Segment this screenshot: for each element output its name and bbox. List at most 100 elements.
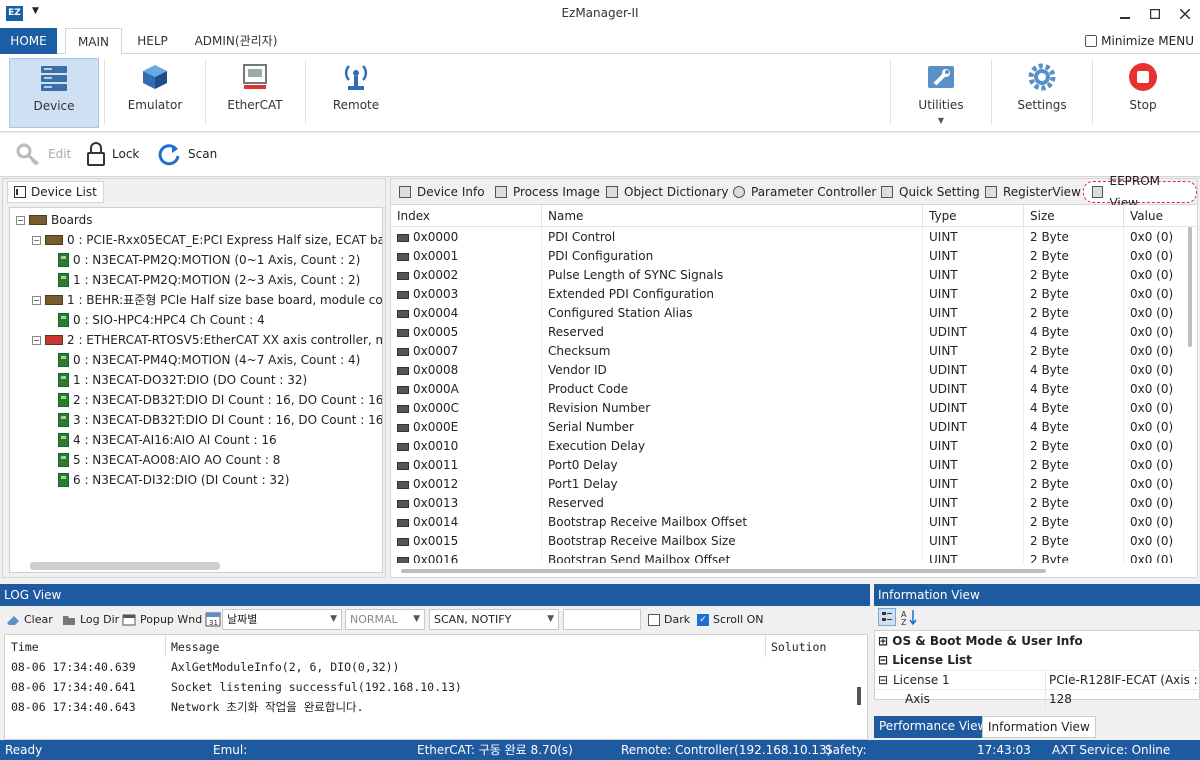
minimize-window-button[interactable] <box>1110 0 1140 28</box>
scan-button[interactable]: Scan <box>156 141 217 167</box>
license-list-section[interactable]: ⊟ License List <box>875 651 1200 670</box>
tree-root[interactable]: − Boards <box>16 210 93 230</box>
table-row[interactable]: 0x0007 Checksum UINT 2 Byte 0x0 (0) <box>391 342 1183 361</box>
log-dir-button[interactable]: Log Dir <box>62 610 119 630</box>
table-row[interactable]: 0x0010 Execution Delay UINT 2 Byte 0x0 (0) <box>391 437 1183 456</box>
app-icon[interactable]: EZ <box>6 6 23 21</box>
tab-register-view[interactable]: RegisterView <box>985 181 1081 203</box>
table-row[interactable]: 0x0002 Pulse Length of SYNC Signals UINT 2 … <box>391 266 1183 285</box>
collapse-icon[interactable]: − <box>32 335 41 345</box>
tree-node[interactable]: 5 : N3ECAT-AO08:AIO AO Count : 8 <box>58 450 280 470</box>
axis-row[interactable]: Axis 128 <box>875 689 1200 709</box>
col-name[interactable]: Name <box>542 205 923 227</box>
tree-node[interactable]: 6 : N3ECAT-DI32:DIO (DI Count : 32) <box>58 470 289 490</box>
table-row[interactable]: 0x0005 Reserved UDINT 4 Byte 0x0 (0) <box>391 323 1183 342</box>
device-button[interactable]: Device <box>9 58 99 128</box>
tree-node[interactable]: 2 : N3ECAT-DB32T:DIO DI Count : 16, DO C… <box>58 390 382 410</box>
table-row[interactable]: 0x0016 Bootstrap Send Mailbox Offset UINT 2… <box>391 551 1183 563</box>
minimize-menu-checkbox[interactable] <box>1085 35 1098 47</box>
table-row[interactable]: 0x0004 Configured Station Alias UINT 2 Byte… <box>391 304 1183 323</box>
tab-process-image[interactable]: Process Image <box>495 181 600 203</box>
tree-node[interactable]: 1 : N3ECAT-PM2Q:MOTION (2~3 Axis, Count … <box>58 270 360 290</box>
level-filter-combo[interactable]: NORMAL ▼ <box>345 609 425 630</box>
tab-admin[interactable]: ADMIN(관리자) <box>186 28 286 54</box>
settings-button[interactable]: Settings <box>997 58 1087 128</box>
table-row[interactable]: 0x000A Product Code UDINT 4 Byte 0x0 (0) <box>391 380 1183 399</box>
utilities-button[interactable]: Utilities ▼ <box>896 58 986 128</box>
tab-performance-view[interactable]: Performance View <box>874 716 993 738</box>
dark-toggle[interactable]: Dark <box>648 610 690 630</box>
ethercat-button[interactable]: EtherCAT <box>210 58 300 128</box>
col-size[interactable]: Size <box>1024 205 1124 227</box>
clear-button[interactable]: Clear <box>6 610 53 630</box>
collapse-icon[interactable]: ⊟ <box>878 653 888 667</box>
device-tree[interactable]: − Boards − 0 : PCIE-Rxx05ECAT_E:PCI Expre… <box>9 207 383 573</box>
emulator-button[interactable]: Emulator <box>110 58 200 128</box>
log-col-solution[interactable]: Solution <box>771 637 826 657</box>
tab-parameter-controller[interactable]: Parameter Controller <box>733 181 876 203</box>
col-index[interactable]: Index <box>391 205 542 227</box>
remote-button[interactable]: Remote <box>311 58 401 128</box>
grid-vertical-scrollbar[interactable] <box>1185 227 1195 563</box>
log-col-time[interactable]: Time <box>11 637 39 657</box>
scroll-on-checkbox[interactable]: ✓ <box>697 614 709 626</box>
tab-object-dictionary[interactable]: Object Dictionary <box>606 181 728 203</box>
col-type[interactable]: Type <box>923 205 1024 227</box>
close-window-button[interactable] <box>1170 0 1200 28</box>
collapse-icon[interactable]: − <box>32 295 41 305</box>
tab-home[interactable]: HOME <box>0 28 57 54</box>
table-row[interactable]: 0x0011 Port0 Delay UINT 2 Byte 0x0 (0) <box>391 456 1183 475</box>
edit-button[interactable]: Edit <box>16 141 71 167</box>
tab-main[interactable]: MAIN <box>65 28 122 55</box>
tab-quick-setting[interactable]: Quick Setting <box>881 181 980 203</box>
collapse-icon[interactable]: − <box>16 215 25 225</box>
sort-alphabetical-icon[interactable]: AZ <box>900 608 918 626</box>
collapse-icon[interactable]: ⊟ <box>878 671 888 690</box>
lock-button[interactable]: Lock <box>86 141 139 167</box>
categorized-icon[interactable] <box>878 608 896 626</box>
popup-wnd-button[interactable]: Popup Wnd <box>122 610 202 630</box>
scroll-on-toggle[interactable]: ✓ Scroll ON <box>697 610 764 630</box>
tab-device-info[interactable]: Device Info <box>399 181 485 203</box>
table-row[interactable]: 0x0003 Extended PDI Configuration UINT 2 By… <box>391 285 1183 304</box>
tree-node[interactable]: − 2 : ETHERCAT-RTOSV5:EtherCAT XX axis co… <box>32 330 382 350</box>
grid-horizontal-scrollbar[interactable] <box>391 565 1197 577</box>
tree-node[interactable]: 0 : SIO-HPC4:HPC4 Ch Count : 4 <box>58 310 265 330</box>
table-row[interactable]: 0x0000 PDI Control UINT 2 Byte 0x0 (0) <box>391 228 1183 247</box>
table-row[interactable]: 0x0001 PDI Configuration UINT 2 Byte 0x0 (0) <box>391 247 1183 266</box>
table-row[interactable]: 0x0014 Bootstrap Receive Mailbox Offset UI… <box>391 513 1183 532</box>
tree-node[interactable]: − 1 : BEHR:표준형 PCIe Half size base board,… <box>32 290 382 310</box>
tree-node[interactable]: − 0 : PCIE-Rxx05ECAT_E:PCI Express Half s… <box>32 230 382 250</box>
dark-checkbox[interactable] <box>648 614 660 626</box>
quick-access-dropdown-icon[interactable]: ▼ <box>32 6 39 16</box>
expand-icon[interactable]: ⊞ <box>878 634 888 648</box>
log-scrollbar[interactable] <box>857 687 861 705</box>
tree-node[interactable]: 0 : N3ECAT-PM4Q:MOTION (4~7 Axis, Count … <box>58 350 360 370</box>
tree-node[interactable]: 4 : N3ECAT-AI16:AIO AI Count : 16 <box>58 430 277 450</box>
tab-help[interactable]: HELP <box>130 28 175 54</box>
type-filter-combo[interactable]: SCAN, NOTIFY ▼ <box>429 609 559 630</box>
license-1-row[interactable]: ⊟ License 1 PCIe-R128IF-ECAT (Axis : 128 <box>875 670 1200 690</box>
tree-horizontal-scrollbar[interactable] <box>30 562 220 570</box>
table-row[interactable]: 0x000C Revision Number UDINT 4 Byte 0x0 (0) <box>391 399 1183 418</box>
log-col-message[interactable]: Message <box>171 637 219 657</box>
os-boot-section[interactable]: ⊞ OS & Boot Mode & User Info <box>875 632 1200 651</box>
table-row[interactable]: 0x0008 Vendor ID UDINT 4 Byte 0x0 (0) <box>391 361 1183 380</box>
table-row[interactable]: 0x0013 Reserved UINT 2 Byte 0x0 (0) <box>391 494 1183 513</box>
maximize-window-button[interactable] <box>1140 0 1170 28</box>
stop-button[interactable]: Stop <box>1098 58 1188 128</box>
tree-node[interactable]: 0 : N3ECAT-PM2Q:MOTION (0~1 Axis, Count … <box>58 250 360 270</box>
date-filter-combo[interactable]: 날짜별 ▼ <box>222 609 342 630</box>
device-list-tab[interactable]: Device List <box>7 181 104 203</box>
tree-node[interactable]: 1 : N3ECAT-DO32T:DIO (DO Count : 32) <box>58 370 307 390</box>
col-value[interactable]: Value <box>1124 205 1184 227</box>
tab-eeprom-view[interactable]: EEPROM View <box>1083 174 1197 210</box>
log-search-input[interactable] <box>563 609 641 630</box>
minimize-menu-toggle[interactable]: Minimize MENU <box>1085 32 1194 50</box>
table-row[interactable]: 0x0012 Port1 Delay UINT 2 Byte 0x0 (0) <box>391 475 1183 494</box>
tab-information-view[interactable]: Information View <box>982 716 1096 738</box>
table-row[interactable]: 0x000E Serial Number UDINT 4 Byte 0x0 (0) <box>391 418 1183 437</box>
collapse-icon[interactable]: − <box>32 235 41 245</box>
tree-node[interactable]: 3 : N3ECAT-DB32T:DIO DI Count : 16, DO C… <box>58 410 382 430</box>
table-row[interactable]: 0x0015 Bootstrap Receive Mailbox Size UINT… <box>391 532 1183 551</box>
